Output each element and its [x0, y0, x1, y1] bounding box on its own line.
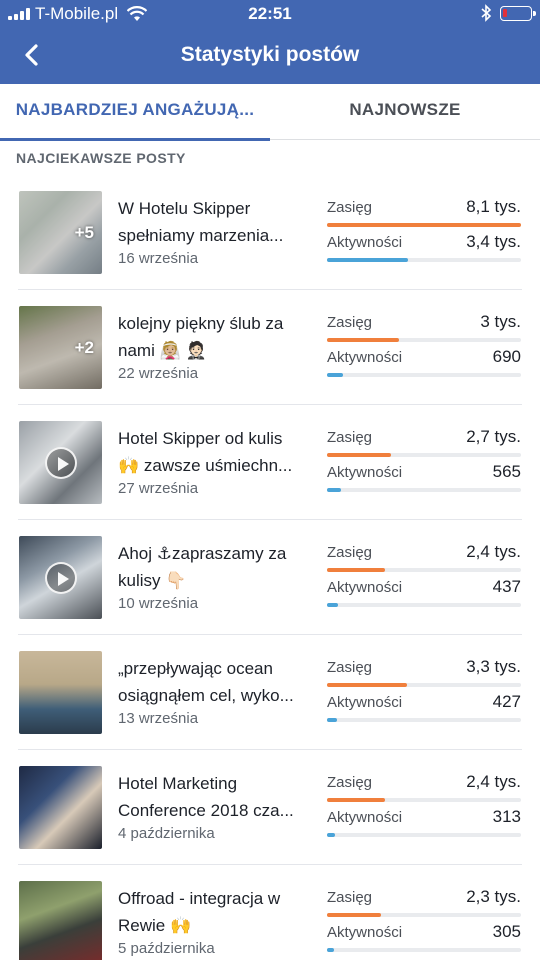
reach-bar	[327, 223, 521, 227]
reach-value: 2,4 tys.	[466, 542, 521, 561]
activity-value: 437	[492, 577, 521, 596]
more-photos-badge: +2	[74, 337, 94, 357]
post-thumbnail	[19, 881, 102, 960]
list-item[interactable]: Ahoj ⚓zapraszamy za kulisy 👇🏻 10 wrześni…	[0, 520, 540, 635]
section-title: NAJCIEKAWSZE POSTY	[16, 150, 186, 166]
status-time: 22:51	[248, 4, 292, 23]
post-title: „przepływając ocean osiągnąłem cel, wyko…	[118, 659, 294, 705]
activity-label: Aktywności	[327, 694, 403, 711]
post-thumbnail: +2	[19, 306, 102, 389]
activity-label: Aktywności	[327, 464, 403, 481]
activity-bar	[327, 718, 521, 722]
post-thumbnail	[19, 651, 102, 734]
reach-label: Zasięg	[327, 429, 373, 446]
list-item[interactable]: Offroad - integracja w Rewie 🙌 5 paździe…	[0, 865, 540, 960]
activity-value: 313	[492, 807, 521, 826]
list-item[interactable]: +2 kolejny piękny ślub za nami 👰🏼 🤵🏻 22 …	[0, 290, 540, 405]
post-title: Ahoj ⚓zapraszamy za kulisy 👇🏻	[118, 544, 287, 590]
reach-bar	[327, 338, 521, 342]
posts-list: +5 W Hotelu Skipper spełniamy marzenia..…	[0, 175, 540, 960]
post-thumbnail	[19, 536, 102, 619]
reach-bar	[327, 568, 521, 572]
post-thumbnail	[19, 766, 102, 849]
reach-label: Zasięg	[327, 199, 373, 216]
reach-value: 2,3 tys.	[466, 887, 521, 906]
reach-label: Zasięg	[327, 889, 373, 906]
play-icon	[45, 562, 77, 594]
page-title: Statystyki postów	[180, 43, 360, 66]
reach-bar	[327, 798, 521, 802]
reach-label: Zasięg	[327, 774, 373, 791]
reach-bar	[327, 453, 521, 457]
tab-newest[interactable]: NAJNOWSZE	[270, 84, 540, 140]
post-date: 16 września	[118, 250, 199, 267]
activity-label: Aktywności	[327, 579, 403, 596]
reach-value: 2,7 tys.	[466, 427, 521, 446]
post-date: 27 września	[118, 480, 199, 497]
post-date: 10 września	[118, 595, 199, 612]
activity-bar	[327, 488, 521, 492]
list-item[interactable]: Hotel Marketing Conference 2018 cza... 4…	[0, 750, 540, 865]
reach-bar	[327, 913, 521, 917]
post-date: 22 września	[118, 365, 199, 382]
status-right	[480, 4, 536, 22]
post-thumbnail: +5	[19, 191, 102, 274]
play-icon	[45, 447, 77, 479]
list-item[interactable]: +5 W Hotelu Skipper spełniamy marzenia..…	[0, 175, 540, 290]
reach-label: Zasięg	[327, 659, 373, 676]
activity-bar	[327, 603, 521, 607]
activity-bar	[327, 258, 521, 262]
post-title: kolejny piękny ślub za nami 👰🏼 🤵🏻	[118, 314, 284, 360]
post-date: 13 września	[118, 710, 199, 727]
nav-bar: Statystyki postów	[0, 30, 540, 84]
bluetooth-icon	[481, 4, 492, 22]
reach-value: 3,3 tys.	[466, 657, 521, 676]
activity-label: Aktywności	[327, 234, 403, 251]
reach-label: Zasięg	[327, 314, 373, 331]
activity-value: 690	[492, 347, 521, 366]
reach-value: 3 tys.	[480, 312, 521, 331]
list-item[interactable]: Hotel Skipper od kulis 🙌 zawsze uśmiechn…	[0, 405, 540, 520]
reach-label: Zasięg	[327, 544, 373, 561]
tab-bar: NAJBARDZIEJ ANGAŻUJĄ... NAJNOWSZE	[0, 84, 540, 141]
activity-label: Aktywności	[327, 349, 403, 366]
activity-label: Aktywności	[327, 924, 403, 941]
more-photos-badge: +5	[74, 222, 94, 242]
post-date: 4 października	[118, 825, 215, 842]
status-bar: T-Mobile.pl 22:51	[0, 0, 540, 30]
activity-value: 427	[492, 692, 521, 711]
reach-value: 8,1 tys.	[466, 197, 521, 216]
activity-value: 305	[492, 922, 521, 941]
activity-value: 3,4 tys.	[466, 232, 521, 251]
top-bar: T-Mobile.pl 22:51 Statystyki postów	[0, 0, 540, 84]
post-title: W Hotelu Skipper spełniamy marzenia...	[118, 199, 284, 245]
activity-bar	[327, 833, 521, 837]
tab-most-engaging[interactable]: NAJBARDZIEJ ANGAŻUJĄ...	[0, 84, 270, 141]
post-title: Hotel Skipper od kulis 🙌 zawsze uśmiechn…	[118, 429, 293, 475]
activity-label: Aktywności	[327, 809, 403, 826]
post-thumbnail	[19, 421, 102, 504]
list-item[interactable]: „przepływając ocean osiągnąłem cel, wyko…	[0, 635, 540, 750]
reach-value: 2,4 tys.	[466, 772, 521, 791]
post-title: Offroad - integracja w Rewie 🙌	[118, 889, 281, 935]
reach-bar	[327, 683, 521, 687]
post-title: Hotel Marketing Conference 2018 cza...	[118, 774, 294, 820]
activity-bar	[327, 373, 521, 377]
activity-bar	[327, 948, 521, 952]
battery-icon	[500, 5, 536, 21]
activity-value: 565	[492, 462, 521, 481]
post-date: 5 października	[118, 940, 215, 957]
